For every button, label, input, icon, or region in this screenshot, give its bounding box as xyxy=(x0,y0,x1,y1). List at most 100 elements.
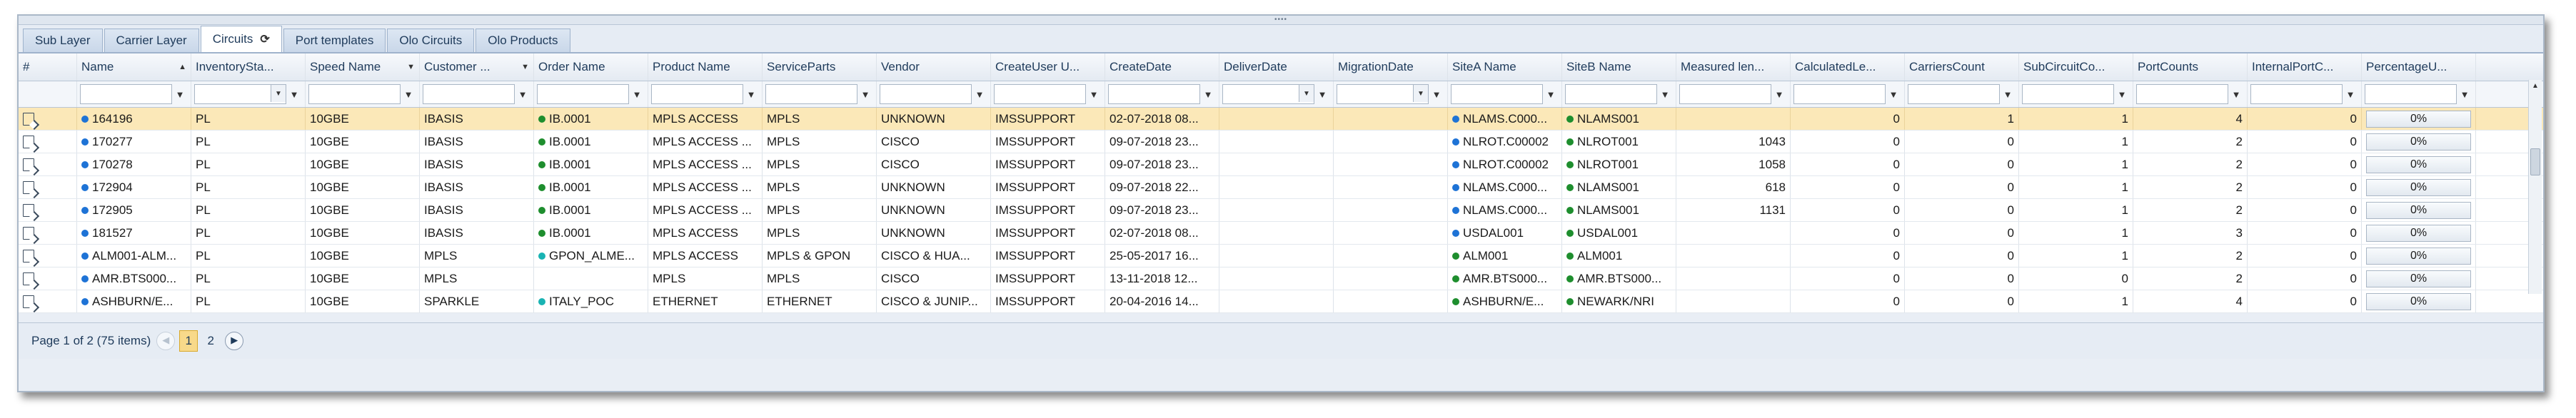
filter-input-order[interactable] xyxy=(537,84,629,104)
chevron-down-icon[interactable]: ▼ xyxy=(407,63,415,71)
column-header-created[interactable]: CreateDate xyxy=(1105,53,1219,81)
filter-icon[interactable]: ▼ xyxy=(1086,89,1102,100)
filter-input-speed[interactable] xyxy=(308,84,401,104)
edit-row-icon[interactable] xyxy=(23,203,34,217)
column-header-deliver[interactable]: DeliverDate xyxy=(1219,53,1334,81)
column-header-service[interactable]: ServiceParts xyxy=(763,53,877,81)
column-header-siteB[interactable]: SiteB Name xyxy=(1562,53,1676,81)
filter-input-user[interactable] xyxy=(994,84,1086,104)
tab-circuits[interactable]: Circuits ⟳ xyxy=(200,26,282,53)
column-header-carriers[interactable]: CarriersCount xyxy=(1905,53,2019,81)
table-row[interactable]: 170278 PL 10GBE IBASIS IB.0001 MPLS ACCESS ..… xyxy=(19,153,2543,176)
table-row[interactable]: 172904 PL 10GBE IBASIS IB.0001 MPLS ACCESS ..… xyxy=(19,176,2543,199)
edit-row-icon[interactable] xyxy=(23,135,34,148)
column-header-measured[interactable]: Measured len... xyxy=(1676,53,1791,81)
scroll-thumb[interactable] xyxy=(2530,148,2540,175)
filter-icon[interactable]: ▼ xyxy=(1886,89,1901,100)
table-row[interactable]: AMR.BTS000... PL 10GBE MPLS MPLS MPLS CISCO IMS… xyxy=(19,267,2543,290)
column-header-calculated[interactable]: CalculatedLe... xyxy=(1791,53,1905,81)
filter-icon[interactable]: ▼ xyxy=(2114,89,2130,100)
column-header-name[interactable]: Name ▲ xyxy=(77,53,191,81)
filter-input-deliver[interactable]: ▼ xyxy=(1222,84,1314,104)
filter-icon[interactable]: ▼ xyxy=(1771,89,1787,100)
filter-input-siteA[interactable] xyxy=(1451,84,1543,104)
dropdown-icon[interactable]: ▼ xyxy=(271,85,286,102)
filter-input-inv[interactable]: ▼ xyxy=(194,84,286,104)
filter-icon[interactable]: ▼ xyxy=(1314,89,1330,100)
edit-row-icon[interactable] xyxy=(23,158,34,171)
chevron-down-icon[interactable]: ▼ xyxy=(521,63,529,71)
edit-row-icon[interactable] xyxy=(23,226,34,240)
filter-input-vendor[interactable] xyxy=(880,84,972,104)
filter-icon[interactable]: ▼ xyxy=(1657,89,1673,100)
sort-asc-icon[interactable]: ▲ xyxy=(178,63,186,71)
scroll-up-icon[interactable]: ▲ xyxy=(2529,80,2542,93)
filter-input-product[interactable] xyxy=(651,84,743,104)
filter-icon[interactable]: ▼ xyxy=(1429,89,1444,100)
column-header-vendor[interactable]: Vendor xyxy=(877,53,991,81)
dropdown-icon[interactable]: ▼ xyxy=(1299,85,1314,102)
filter-input-siteB[interactable] xyxy=(1565,84,1657,104)
prev-page-icon[interactable]: ◀ xyxy=(156,332,176,350)
filter-icon[interactable]: ▼ xyxy=(2000,89,2016,100)
filter-input-customer[interactable] xyxy=(423,84,515,104)
column-header-product[interactable]: Product Name xyxy=(648,53,763,81)
refresh-icon[interactable]: ⟳ xyxy=(260,27,269,53)
filter-input-calculated[interactable] xyxy=(1793,84,1886,104)
filter-icon[interactable]: ▼ xyxy=(857,89,873,100)
filter-icon[interactable]: ▼ xyxy=(2343,89,2358,100)
column-header-#[interactable]: # xyxy=(19,53,77,81)
column-header-customer[interactable]: Customer ... ▼ xyxy=(420,53,534,81)
filter-icon[interactable]: ▼ xyxy=(1543,89,1559,100)
table-row[interactable]: 164196 PL 10GBE IBASIS IB.0001 MPLS ACCESS MPL… xyxy=(19,108,2543,131)
filter-icon[interactable]: ▼ xyxy=(972,89,987,100)
column-header-internal[interactable]: InternalPortC... xyxy=(2248,53,2362,81)
column-header-user[interactable]: CreateUser U... xyxy=(991,53,1105,81)
filter-icon[interactable]: ▼ xyxy=(2228,89,2244,100)
filter-input-pct[interactable] xyxy=(2365,84,2457,104)
edit-row-icon[interactable] xyxy=(23,180,34,194)
column-header-subcircuits[interactable]: SubCircuitCo... xyxy=(2019,53,2133,81)
tab-carrier-layer[interactable]: Carrier Layer xyxy=(104,29,199,52)
page-1-button[interactable]: 1 xyxy=(179,330,198,352)
filter-icon[interactable]: ▼ xyxy=(401,89,416,100)
filter-input-created[interactable] xyxy=(1108,84,1200,104)
edit-row-icon[interactable] xyxy=(23,272,34,285)
filter-icon[interactable]: ▼ xyxy=(743,89,759,100)
edit-row-icon[interactable] xyxy=(23,249,34,262)
edit-row-icon[interactable] xyxy=(23,295,34,308)
filter-icon[interactable]: ▼ xyxy=(172,89,188,100)
column-header-pct[interactable]: PercentageU... xyxy=(2362,53,2476,81)
filter-input-name[interactable] xyxy=(80,84,172,104)
tab-sub-layer[interactable]: Sub Layer xyxy=(23,29,103,52)
table-row[interactable]: 170277 PL 10GBE IBASIS IB.0001 MPLS ACCESS ..… xyxy=(19,131,2543,153)
column-header-inv[interactable]: InventorySta... xyxy=(191,53,306,81)
next-page-icon[interactable]: ▶ xyxy=(225,332,244,350)
filter-input-service[interactable] xyxy=(765,84,857,104)
filter-input-migration[interactable]: ▼ xyxy=(1337,84,1429,104)
table-row[interactable]: ASHBURN/E... PL 10GBE SPARKLE ITALY_POC ETHER… xyxy=(19,290,2543,313)
filter-input-internal[interactable] xyxy=(2250,84,2343,104)
column-header-migration[interactable]: MigrationDate xyxy=(1334,53,1448,81)
page-2-button[interactable]: 2 xyxy=(202,331,219,351)
tab-port-templates[interactable]: Port templates xyxy=(283,29,386,52)
filter-icon[interactable]: ▼ xyxy=(2457,89,2472,100)
filter-icon[interactable]: ▼ xyxy=(1200,89,1216,100)
tab-olo-products[interactable]: Olo Products xyxy=(476,29,570,52)
column-header-siteA[interactable]: SiteA Name xyxy=(1448,53,1562,81)
filter-icon[interactable]: ▼ xyxy=(286,89,302,100)
vertical-scrollbar[interactable]: ▲ xyxy=(2528,80,2542,294)
filter-input-measured[interactable] xyxy=(1679,84,1771,104)
column-header-order[interactable]: Order Name xyxy=(534,53,648,81)
splitter-handle[interactable]: •••• xyxy=(19,16,2543,25)
filter-icon[interactable]: ▼ xyxy=(629,89,645,100)
filter-input-subcircuits[interactable] xyxy=(2022,84,2114,104)
table-row[interactable]: 172905 PL 10GBE IBASIS IB.0001 MPLS ACCESS ..… xyxy=(19,199,2543,222)
filter-input-carriers[interactable] xyxy=(1908,84,2000,104)
filter-input-ports[interactable] xyxy=(2136,84,2228,104)
column-header-speed[interactable]: Speed Name ▼ xyxy=(306,53,420,81)
edit-row-icon[interactable] xyxy=(23,112,34,126)
column-header-ports[interactable]: PortCounts xyxy=(2133,53,2248,81)
dropdown-icon[interactable]: ▼ xyxy=(1413,85,1428,102)
table-row[interactable]: 181527 PL 10GBE IBASIS IB.0001 MPLS ACCESS MPL… xyxy=(19,222,2543,245)
